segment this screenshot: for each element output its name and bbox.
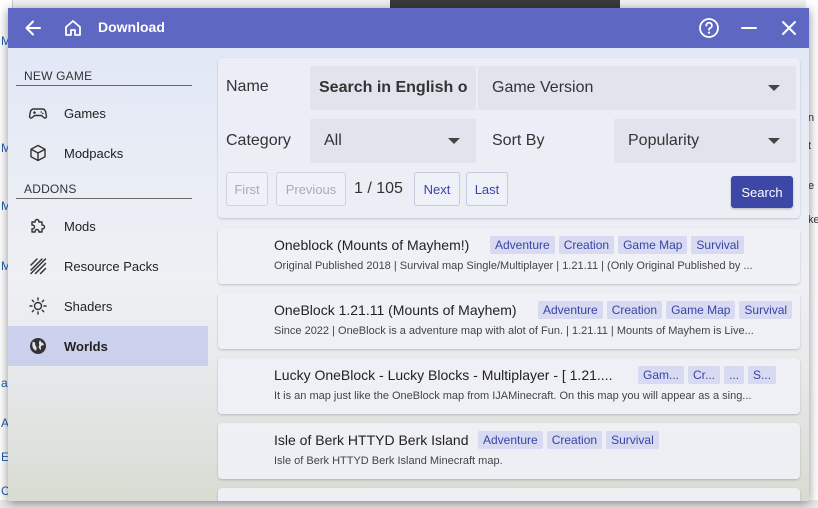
background-bottom [0, 500, 818, 508]
result-title: Oneblock (Mounts of Mayhem!) [274, 237, 470, 253]
sidebar-item-label: Worlds [64, 338, 108, 354]
tag: Survival [739, 301, 793, 319]
next-page-button[interactable]: Next [414, 172, 460, 206]
result-description: It is an map just like the OneBlock map … [274, 390, 752, 402]
game-version-value: Game Version [492, 79, 594, 96]
help-icon [699, 18, 719, 38]
first-page-button[interactable]: First [226, 172, 268, 206]
game-version-select[interactable]: Game Version [478, 66, 796, 110]
result-title: OneBlock 1.21.11 (Mounts of Mayhem) [274, 302, 517, 318]
help-button[interactable] [689, 8, 729, 48]
chevron-down-icon [768, 138, 780, 144]
section-divider [16, 85, 192, 86]
result-item[interactable]: Oneblock (Mounts of Mayhem!) Adventure C… [218, 228, 800, 284]
background-text: ke [808, 214, 818, 226]
tag: Game Map [618, 236, 688, 254]
sidebar-item-label: Shaders [64, 298, 113, 314]
last-page-button[interactable]: Last [466, 172, 508, 206]
result-tags: Adventure Creation Survival [478, 431, 659, 449]
result-title: Lucky OneBlock - Lucky Blocks - Multipla… [274, 367, 613, 383]
result-title: Isle of Berk HTTYD Berk Island [274, 432, 469, 448]
download-window: Download NEW GAME Games Modpacks ADDONS [8, 8, 809, 501]
tag: Gam... [638, 366, 685, 384]
section-header-new-game: NEW GAME [24, 69, 93, 83]
home-button[interactable] [53, 8, 93, 48]
category-value: All [324, 132, 342, 149]
sidebar-item-label: Mods [64, 218, 96, 234]
sidebar-item-resource-packs[interactable]: Resource Packs [8, 246, 208, 286]
tag: Survival [691, 236, 745, 254]
result-description: Isle of Berk HTTYD Berk Island Minecraft… [274, 455, 503, 467]
tag: Cr... [688, 366, 721, 384]
result-tags: Adventure Creation Game Map Survival [538, 301, 793, 319]
section-header-addons: ADDONS [24, 182, 77, 196]
tag: Creation [606, 301, 663, 319]
globe-icon [28, 336, 48, 356]
sidebar-item-modpacks[interactable]: Modpacks [8, 133, 208, 173]
page-indicator: 1 / 105 [354, 180, 403, 197]
tag: Adventure [538, 301, 603, 319]
tag: Creation [546, 431, 603, 449]
result-tags: Gam... Cr... ... S... [638, 366, 777, 384]
sidebar-item-label: Resource Packs [64, 258, 159, 274]
result-item[interactable]: Lucky OneBlock - Lucky Blocks - Multipla… [218, 358, 800, 414]
sidebar-item-mods[interactable]: Mods [8, 206, 208, 246]
puzzle-icon [28, 216, 48, 236]
result-tags: Adventure Creation Game Map Survival [490, 236, 745, 254]
tag: Survival [606, 431, 659, 449]
name-search-input[interactable]: Search in English o [310, 66, 476, 110]
texture-icon [28, 256, 48, 276]
tag: Creation [558, 236, 615, 254]
tag: ... [724, 366, 745, 384]
tag: Adventure [490, 236, 555, 254]
close-icon [782, 21, 796, 35]
sun-icon [28, 296, 48, 316]
sidebar-item-games[interactable]: Games [8, 93, 208, 133]
result-item[interactable]: OneBlock 1.21.11 (Mounts of Mayhem) Adve… [218, 293, 800, 349]
category-label: Category [226, 132, 291, 149]
sort-by-label: Sort By [492, 132, 545, 149]
tag: S... [748, 366, 777, 384]
cube-icon [28, 143, 48, 163]
sidebar-item-worlds[interactable]: Worlds [8, 326, 208, 366]
title-bar: Download [8, 8, 809, 48]
result-description: Since 2022 | OneBlock is a adventure map… [274, 325, 754, 337]
tag: Game Map [666, 301, 736, 319]
close-button[interactable] [769, 8, 809, 48]
name-label: Name [226, 78, 269, 95]
tag: Adventure [478, 431, 543, 449]
minimize-icon [741, 27, 757, 29]
sort-by-select[interactable]: Popularity [614, 119, 796, 163]
previous-page-button[interactable]: Previous [276, 172, 346, 206]
result-description: Original Published 2018 | Survival map S… [274, 260, 753, 272]
home-icon [65, 20, 81, 36]
back-button[interactable] [13, 8, 53, 48]
search-button[interactable]: Search [731, 176, 793, 208]
search-filters: Name Search in English o Game Version Ca… [218, 58, 800, 218]
section-divider [16, 198, 192, 199]
back-arrow-icon [25, 20, 41, 36]
window-title: Download [98, 19, 165, 35]
minimize-button[interactable] [729, 8, 769, 48]
result-item[interactable] [218, 488, 800, 501]
result-item[interactable]: Isle of Berk HTTYD Berk Island Adventure… [218, 423, 800, 479]
gamepad-icon [28, 103, 48, 123]
sort-by-value: Popularity [628, 132, 700, 149]
category-select[interactable]: All [310, 119, 476, 163]
sidebar-item-shaders[interactable]: Shaders [8, 286, 208, 326]
sidebar-item-label: Modpacks [64, 145, 124, 161]
background-text: a [1, 376, 8, 390]
chevron-down-icon [768, 85, 780, 91]
chevron-down-icon [448, 138, 460, 144]
sidebar-item-label: Games [64, 105, 106, 121]
sidebar: NEW GAME Games Modpacks ADDONS Mods Reso… [8, 48, 208, 501]
